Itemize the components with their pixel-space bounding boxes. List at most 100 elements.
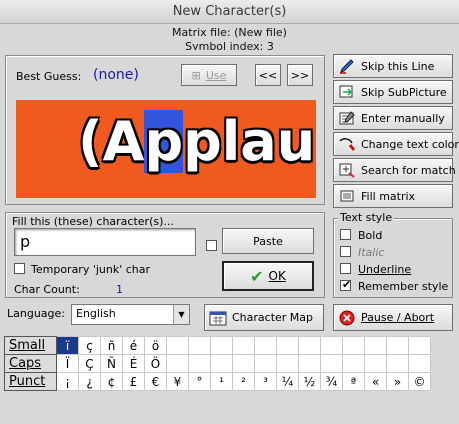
char-cell[interactable]	[298, 354, 321, 373]
preview-text-before: (A	[78, 110, 145, 173]
pause-abort-label: Pause / Abort	[361, 311, 435, 324]
underline-checkbox[interactable]	[340, 263, 351, 274]
row-header[interactable]: Small	[4, 336, 57, 355]
color-icon	[338, 136, 356, 152]
char-cell[interactable]	[408, 336, 431, 355]
action-button-label: Enter manually	[361, 111, 445, 125]
char-cell[interactable]: Ç	[78, 354, 101, 373]
char-cell[interactable]	[386, 336, 409, 355]
pause-abort-button[interactable]: Pause / Abort	[333, 304, 453, 331]
char-cell[interactable]	[364, 354, 387, 373]
char-cell[interactable]: ª	[342, 372, 365, 391]
pen-icon	[338, 58, 356, 74]
fill-panel: Fill this (these) character(s)... p Past…	[5, 212, 325, 298]
character-input[interactable]: p	[14, 228, 196, 256]
row-header[interactable]: Caps	[4, 354, 57, 373]
char-cell[interactable]: ½	[298, 372, 321, 391]
action-button-skip-this-line[interactable]: Skip this Line	[333, 54, 453, 78]
char-cell[interactable]: €	[144, 372, 167, 391]
char-cell[interactable]	[232, 354, 255, 373]
char-cell[interactable]: ²	[232, 372, 255, 391]
remember-checkbox[interactable]: ✔	[340, 278, 352, 291]
char-cell[interactable]: ¿	[78, 372, 101, 391]
char-cell[interactable]: ¡	[56, 372, 79, 391]
char-cell[interactable]: ç	[78, 336, 101, 355]
use-button[interactable]: ⊞ Use	[181, 64, 237, 86]
row-header[interactable]: Punct	[4, 372, 57, 391]
paste-button[interactable]: Paste	[222, 228, 314, 254]
char-cell[interactable]	[342, 354, 365, 373]
char-cell[interactable]	[342, 336, 365, 355]
fill-group-label: Fill this (these) character(s)...	[12, 215, 174, 228]
language-label: Language:	[7, 307, 65, 320]
action-button-label: Search for match	[361, 163, 456, 177]
chevron-down-icon: ▼	[173, 305, 189, 324]
char-cell[interactable]: ¥	[166, 372, 189, 391]
char-cell[interactable]	[254, 336, 277, 355]
char-cell[interactable]: ¾	[320, 372, 343, 391]
best-guess-label: Best Guess:	[16, 70, 82, 83]
char-cell[interactable]: ö	[144, 336, 167, 355]
char-cell[interactable]	[254, 354, 277, 373]
char-cell[interactable]: ¹	[210, 372, 233, 391]
char-cell[interactable]: Ï	[56, 354, 79, 373]
char-cell[interactable]	[320, 336, 343, 355]
char-cell[interactable]	[232, 336, 255, 355]
char-cell[interactable]	[188, 354, 211, 373]
char-cell[interactable]	[320, 354, 343, 373]
use-button-label: Use	[205, 68, 227, 82]
char-cell[interactable]	[188, 336, 211, 355]
char-cell[interactable]: ï	[56, 336, 79, 355]
char-cell[interactable]	[364, 336, 387, 355]
action-button-label: Skip SubPicture	[361, 85, 447, 99]
char-cell[interactable]	[298, 336, 321, 355]
paste-checkbox[interactable]	[206, 240, 217, 251]
char-cell[interactable]: é	[122, 336, 145, 355]
char-cell[interactable]	[166, 354, 189, 373]
temporary-checkbox[interactable]	[14, 263, 25, 274]
char-cell[interactable]: Ö	[144, 354, 167, 373]
checkmark-icon: ✔	[342, 278, 352, 291]
preview-highlight: p	[144, 110, 184, 173]
char-cell[interactable]: ³	[254, 372, 277, 391]
char-cell[interactable]: £	[122, 372, 145, 391]
action-button-search-for-match[interactable]: Search for match	[333, 158, 456, 182]
char-cell[interactable]	[210, 354, 233, 373]
char-cell[interactable]	[166, 336, 189, 355]
ok-button-label: OK	[268, 269, 286, 283]
bold-checkbox[interactable]	[340, 229, 351, 240]
next-button[interactable]: >>	[287, 64, 313, 86]
language-value: English	[76, 307, 116, 320]
char-cell[interactable]	[210, 336, 233, 355]
previous-button[interactable]: <<	[255, 64, 281, 86]
character-map-label: Character Map	[232, 311, 314, 324]
ok-button[interactable]: ✔ OK	[222, 261, 314, 291]
char-cell[interactable]: «	[364, 372, 387, 391]
char-cell[interactable]: ¢	[100, 372, 123, 391]
italic-checkbox[interactable]	[340, 246, 351, 257]
underline-label: Underline	[358, 263, 412, 276]
italic-label: Italic	[358, 246, 385, 259]
char-cell[interactable]	[408, 354, 431, 373]
char-cell[interactable]: ñ	[100, 336, 123, 355]
char-cell[interactable]: °	[188, 372, 211, 391]
action-button-skip-subpicture[interactable]: Skip SubPicture	[333, 80, 453, 104]
action-button-change-text-color[interactable]: Change text color	[333, 132, 459, 156]
action-button-enter-manually[interactable]: Enter manually	[333, 106, 453, 130]
char-row-punct: Punct ¡ ¿ ¢ £ € ¥ ° ¹ ² ³ ¼ ½ ¾ ª «» ©	[4, 372, 431, 391]
char-cell[interactable]: É	[122, 354, 145, 373]
matrix-icon	[338, 188, 356, 204]
char-row-small: Small ï ç ñ é ö	[4, 336, 431, 355]
char-count-value: 1	[116, 283, 123, 296]
char-cell[interactable]: Ñ	[100, 354, 123, 373]
character-map-button[interactable]: Character Map	[204, 304, 324, 331]
char-cell[interactable]: »	[386, 372, 409, 391]
char-cell[interactable]	[276, 336, 299, 355]
char-cell[interactable]	[386, 354, 409, 373]
use-icon: ⊞	[191, 68, 201, 82]
char-cell[interactable]	[276, 354, 299, 373]
action-button-fill-matrix[interactable]: Fill matrix	[333, 184, 453, 208]
char-cell[interactable]: ¼	[276, 372, 299, 391]
char-cell[interactable]: ©	[408, 372, 431, 391]
language-select[interactable]: English ▼	[71, 304, 190, 325]
